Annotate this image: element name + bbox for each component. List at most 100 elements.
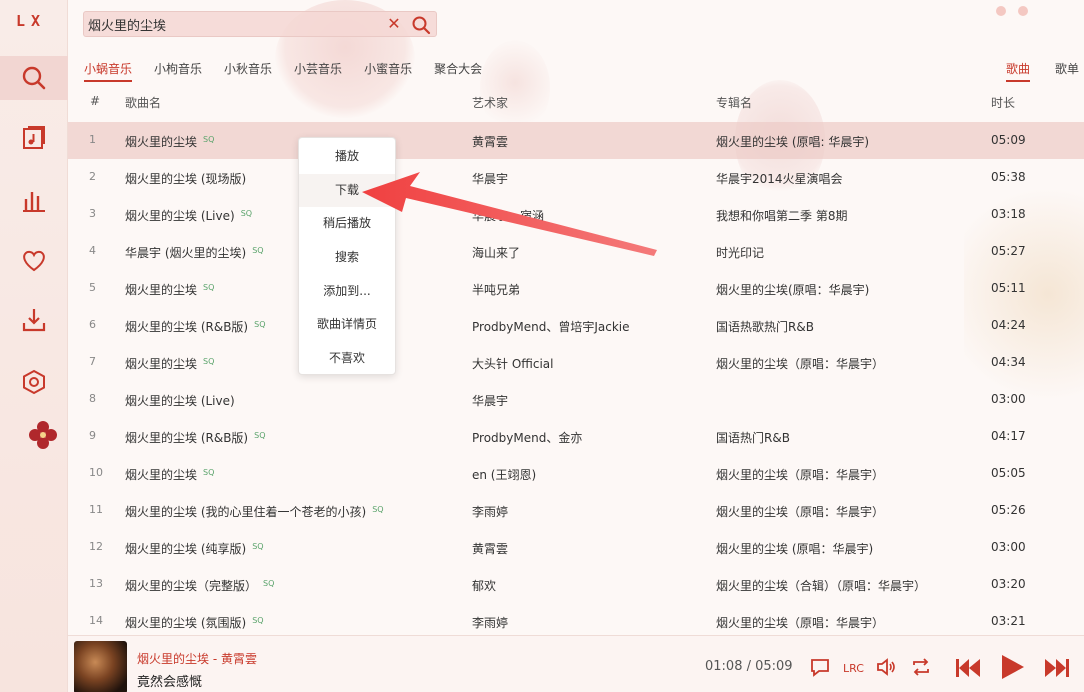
song-duration: 04:17	[991, 429, 1026, 443]
table-row[interactable]: 2 烟火里的尘埃 (现场版) 华晨宇 华晨宇2014火星演唱会 05:38	[68, 159, 1084, 196]
song-name-text: 烟火里的尘埃	[125, 283, 198, 297]
menu-item-download[interactable]: 下载	[299, 173, 395, 208]
lyric-toggle-button[interactable]: LRC	[842, 656, 864, 678]
menu-item-search[interactable]: 搜索	[299, 241, 395, 275]
row-index: 8	[89, 392, 96, 405]
quality-badge: SQ	[240, 209, 253, 218]
playback-time: 01:08 / 05:09	[705, 659, 793, 674]
table-row[interactable]: 6 烟火里的尘埃 (R&B版) SQ ProdbyMend、曾培宇Jackie 国语热歌…	[68, 307, 1084, 344]
sidebar-favorites-button[interactable]	[0, 238, 68, 282]
quality-badge: SQ	[263, 579, 275, 588]
song-album: 烟火里的尘埃（原唱：华晨宇）	[716, 614, 884, 631]
next-track-button[interactable]	[1042, 653, 1072, 683]
table-row[interactable]: 3 烟火里的尘埃 (Live) SQ 华晨宇、宿涵 我想和你唱第二季 第8期 03:18	[68, 196, 1084, 233]
song-artist: 黄霄雲	[472, 540, 508, 557]
song-name-text: 华晨宇 (烟火里的尘埃)	[125, 246, 247, 260]
song-duration-text: 05:09	[991, 133, 1026, 147]
repeat-mode-button[interactable]	[910, 656, 932, 678]
song-name: 烟火里的尘埃 SQ	[125, 355, 214, 372]
sidebar-download-button[interactable]	[0, 298, 68, 342]
tab-source-2[interactable]: 小枸音乐	[154, 60, 202, 82]
quality-badge: SQ	[252, 246, 264, 255]
song-album-text: 烟火里的尘埃(原唱：华晨宇)	[716, 283, 870, 297]
table-row[interactable]: 12 烟火里的尘埃 (纯享版) SQ 黄霄雲 烟火里的尘埃 (原唱：华晨宇) 03:00	[68, 529, 1084, 566]
song-album: 烟火里的尘埃 (原唱：华晨宇)	[716, 540, 873, 557]
menu-item-dislike[interactable]: 不喜欢	[299, 342, 395, 376]
search-box: ✕	[83, 11, 437, 37]
song-artist-text: 李雨婷	[472, 616, 509, 630]
song-album: 华晨宇2014火星演唱会	[716, 170, 843, 187]
quality-badge: SQ	[203, 468, 215, 477]
tab-songs[interactable]: 歌曲	[1006, 60, 1031, 82]
table-row[interactable]: 10 烟火里的尘埃 SQ en (王翊恩) 烟火里的尘埃（原唱：华晨宇） 05:05	[68, 455, 1084, 492]
player-bar: 烟火里的尘埃 - 黄霄雲 竟然会感慨 01:08 / 05:09 LRC	[68, 635, 1084, 692]
tab-source-6[interactable]: 聚合大会	[434, 60, 482, 82]
volume-button[interactable]	[875, 656, 897, 678]
row-index: 1	[89, 133, 96, 146]
search-input[interactable]	[88, 14, 378, 34]
tab-playlists[interactable]: 歌单	[1055, 60, 1079, 80]
quality-badge: SQ	[203, 357, 215, 366]
sidebar-search-button[interactable]	[0, 56, 68, 100]
table-row[interactable]: 4 华晨宇 (烟火里的尘埃) SQ 海山来了 时光印记 05:27	[68, 233, 1084, 270]
song-artist-text: 李雨婷	[472, 505, 509, 519]
song-artist-text: 华晨宇、宿涵	[472, 209, 545, 223]
song-name: 烟火里的尘埃（完整版） SQ	[125, 577, 274, 594]
song-artist: 李雨婷	[472, 503, 508, 520]
table-row[interactable]: 13 烟火里的尘埃（完整版） SQ 郁欢 烟火里的尘埃（合辑）（原唱：华晨宇） 03:20	[68, 566, 1084, 603]
song-duration: 05:27	[991, 244, 1026, 258]
song-name-text: 烟火里的尘埃 (R&B版)	[125, 320, 249, 334]
song-artist-text: 大头针 Official	[472, 357, 554, 371]
minimize-button[interactable]	[996, 6, 1006, 16]
album-cover[interactable]	[74, 641, 127, 692]
volume-icon	[877, 658, 895, 676]
table-row[interactable]: 5 烟火里的尘埃 SQ 半吨兄弟 烟火里的尘埃(原唱：华晨宇) 05:11	[68, 270, 1084, 307]
row-index-text: 4	[89, 244, 96, 257]
song-artist: 华晨宇	[472, 170, 508, 187]
song-album-text: 烟火里的尘埃（合辑）（原唱：华晨宇）	[716, 579, 927, 593]
header-name: 歌曲名	[125, 96, 162, 110]
clear-search-icon[interactable]: ✕	[385, 15, 403, 33]
row-index-text: 13	[89, 577, 103, 590]
menu-item-add-to[interactable]: 添加到...	[299, 275, 395, 309]
search-icon[interactable]	[411, 15, 431, 35]
sidebar-settings-button[interactable]	[0, 360, 68, 404]
menu-item-play[interactable]: 播放	[299, 140, 395, 174]
song-duration: 05:11	[991, 281, 1026, 295]
table-header: # 歌曲名 艺术家 专辑名 时长	[68, 88, 1084, 116]
song-duration-text: 05:26	[991, 503, 1026, 517]
now-playing-title[interactable]: 烟火里的尘埃 - 黄霄雲	[137, 650, 257, 667]
row-index-text: 11	[89, 503, 103, 516]
quality-badge: SQ	[252, 542, 264, 551]
song-name-text: 烟火里的尘埃 (Live)	[125, 394, 235, 408]
table-row[interactable]: 11 烟火里的尘埃 (我的心里住着一个苍老的小孩) SQ 李雨婷 烟火里的尘埃（原唱：华…	[68, 492, 1084, 529]
menu-item-song-detail[interactable]: 歌曲详情页	[299, 308, 395, 342]
row-index-text: 10	[89, 466, 103, 479]
tab-source-3[interactable]: 小秋音乐	[224, 60, 272, 82]
previous-track-button[interactable]	[953, 653, 983, 683]
table-row[interactable]: 9 烟火里的尘埃 (R&B版) SQ ProdbyMend、金亦 国语热门R&B 04:1…	[68, 418, 1084, 455]
context-menu: 播放 下载 稍后播放 搜索 添加到... 歌曲详情页 不喜欢	[298, 137, 396, 375]
menu-item-play-later[interactable]: 稍后播放	[299, 207, 395, 241]
maximize-button[interactable]	[1018, 6, 1028, 16]
song-album-text: 烟火里的尘埃（原唱：华晨宇）	[716, 357, 885, 371]
table-row[interactable]: 1 烟火里的尘埃 SQ 黄霄雲 烟火里的尘埃 (原唱: 华晨宇) 05:09	[68, 122, 1084, 159]
search-icon	[22, 66, 46, 90]
song-name-text: 烟火里的尘埃 (现场版)	[125, 172, 247, 186]
tab-source-5[interactable]: 小蜜音乐	[364, 60, 412, 82]
tab-source-4[interactable]: 小芸音乐	[294, 60, 342, 82]
sidebar-songlist-button[interactable]	[0, 116, 68, 160]
song-name: 烟火里的尘埃 SQ	[125, 133, 214, 150]
song-artist: 华晨宇	[472, 392, 508, 409]
tab-source-1[interactable]: 小蜗音乐	[84, 60, 133, 82]
table-row[interactable]: 8 烟火里的尘埃 (Live) 华晨宇 03:00	[68, 381, 1084, 418]
comment-button[interactable]	[809, 656, 831, 678]
sidebar-leaderboard-button[interactable]	[0, 178, 68, 222]
table-row[interactable]: 7 烟火里的尘埃 SQ 大头针 Official 烟火里的尘埃（原唱：华晨宇） 04:34	[68, 344, 1084, 381]
source-tabs: 小蜗音乐 小枸音乐 小秋音乐 小芸音乐 小蜜音乐 聚合大会	[84, 60, 504, 82]
song-duration: 03:00	[991, 392, 1026, 406]
play-pause-button[interactable]	[997, 652, 1027, 682]
song-artist-text: ProdbyMend、曾培宇Jackie	[472, 320, 630, 334]
song-album-text: 烟火里的尘埃 (原唱: 华晨宇)	[716, 135, 870, 149]
song-artist-text: 郁欢	[472, 579, 497, 593]
